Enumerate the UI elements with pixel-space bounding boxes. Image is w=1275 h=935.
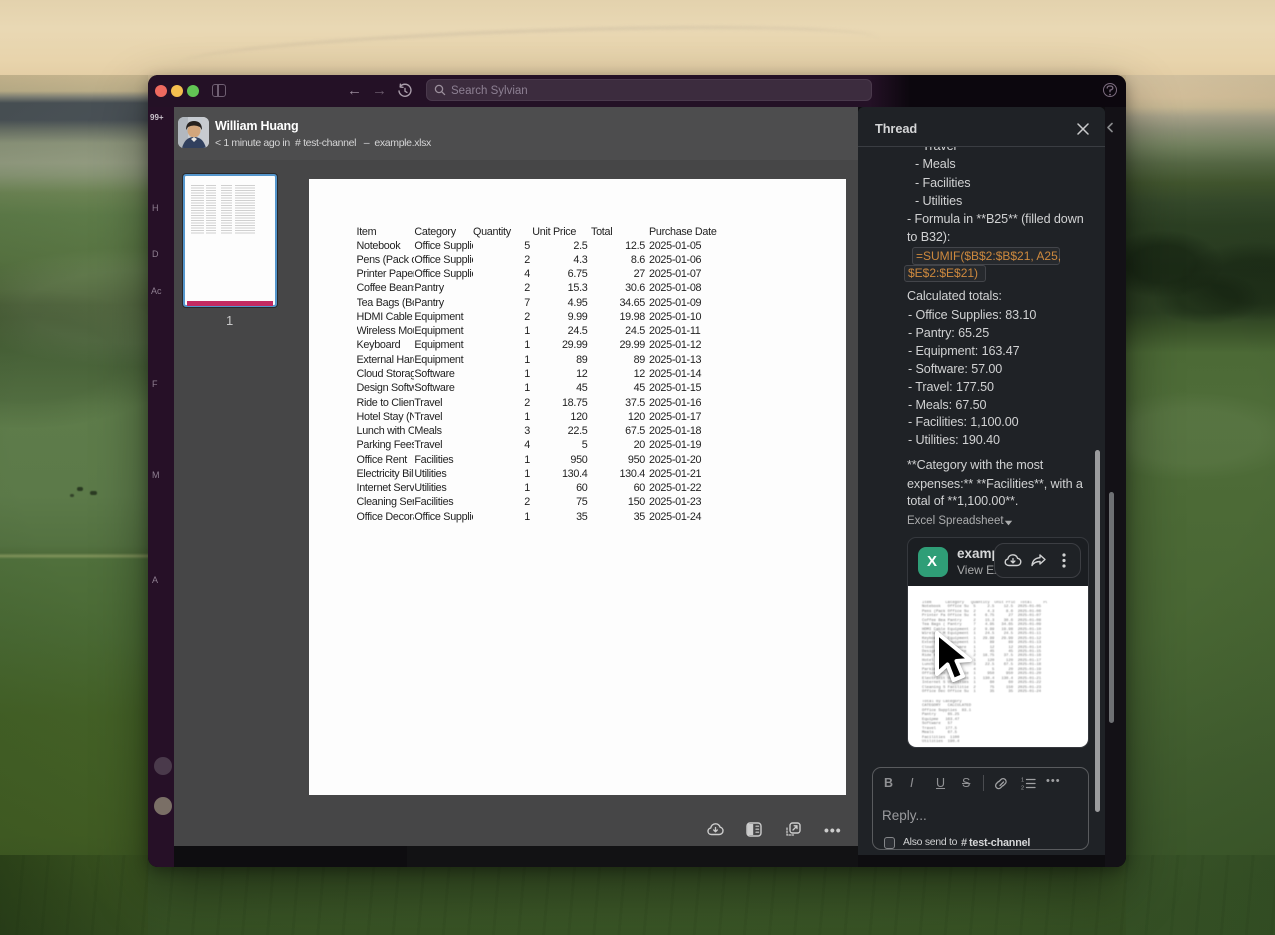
svg-text:1: 1: [1021, 778, 1024, 784]
svg-text:2: 2: [1021, 786, 1024, 791]
